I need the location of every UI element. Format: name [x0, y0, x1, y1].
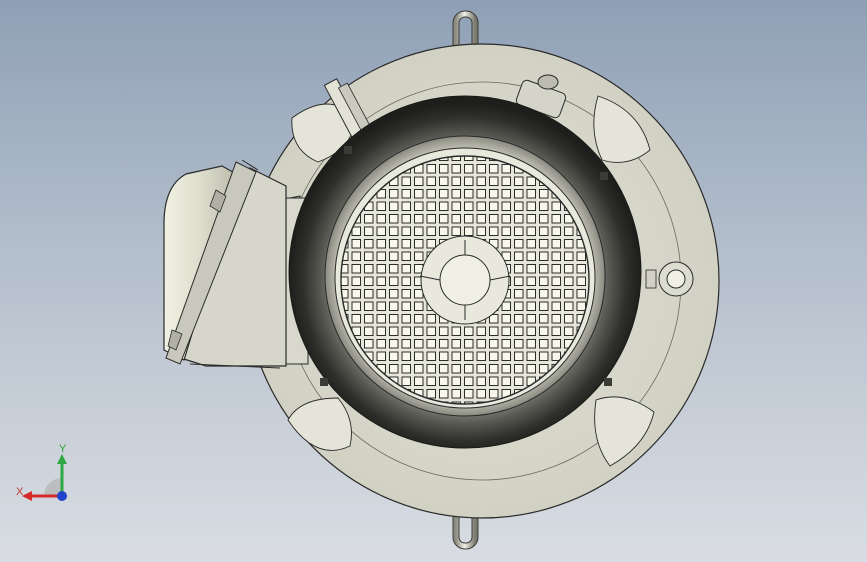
- terminal-box[interactable]: [163, 159, 309, 369]
- y-axis-label: Y: [59, 443, 67, 455]
- reference-triad[interactable]: X Y: [10, 440, 80, 510]
- z-axis-dot-icon: [57, 491, 67, 501]
- triad-graphic: [22, 454, 67, 501]
- x-axis-label: X: [16, 486, 24, 498]
- y-axis-arrow-icon: [57, 454, 67, 464]
- graphics-viewport[interactable]: X Y: [0, 0, 867, 562]
- motor-model[interactable]: [0, 0, 867, 562]
- flange-bolt-hole[interactable]: [658, 261, 694, 297]
- x-axis-arrow-icon: [22, 491, 32, 501]
